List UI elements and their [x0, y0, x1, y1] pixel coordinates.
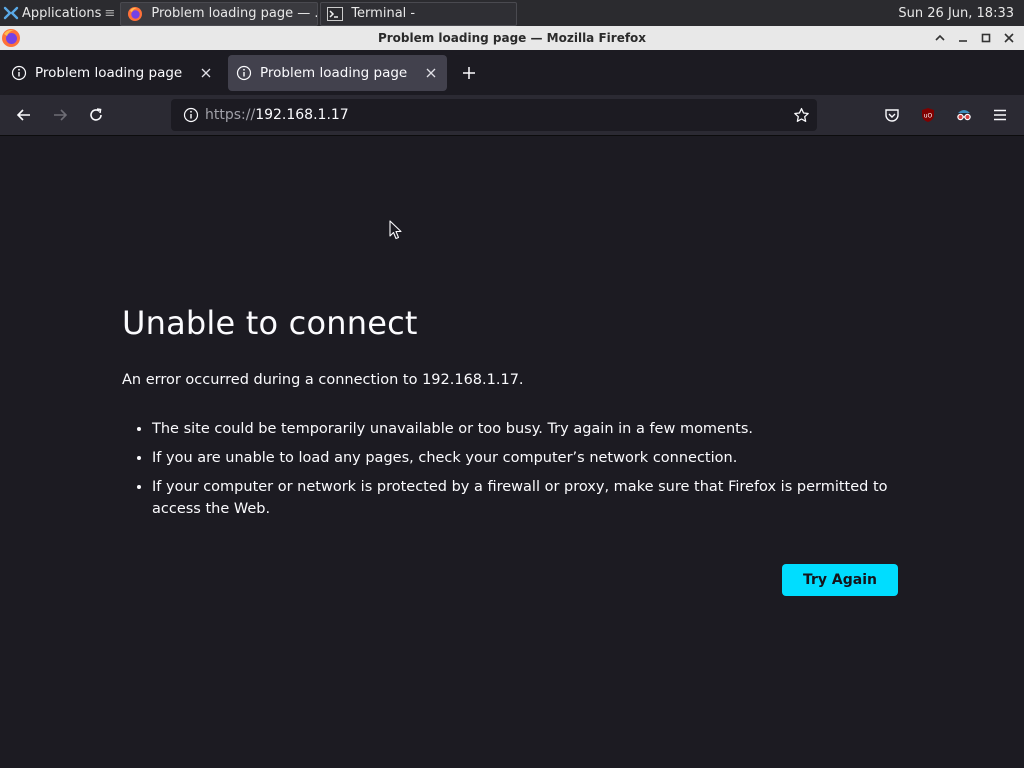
url-scheme: https://	[205, 107, 256, 123]
error-suggestions: The site could be temporarily unavailabl…	[122, 418, 898, 520]
tab-label: Problem loading page	[35, 64, 183, 81]
window-title: Problem loading page — Mozilla Firefox	[377, 31, 647, 45]
panel-clock[interactable]: Sun 26 Jun, 18:33	[898, 6, 1024, 21]
ublock-button[interactable]: uO	[912, 99, 944, 131]
url-bar[interactable]: https://192.168.1.17	[171, 99, 817, 131]
navigation-toolbar: https://192.168.1.17 uO	[0, 95, 1024, 136]
error-container: Unable to connect An error occurred duri…	[122, 304, 898, 527]
reload-icon	[90, 108, 102, 121]
forward-button[interactable]	[44, 99, 76, 131]
toolbar-extensions: uO	[872, 99, 1016, 131]
applications-separator-icon: ≡	[104, 5, 116, 21]
taskbar-item-terminal[interactable]: Terminal -	[320, 1, 518, 26]
suggestion-item: The site could be temporarily unavailabl…	[152, 418, 898, 440]
taskbar-item-firefox[interactable]: Problem loading page — ...	[120, 1, 319, 26]
try-again-button[interactable]: Try Again	[782, 564, 898, 596]
error-description: An error occurred during a connection to…	[122, 372, 524, 388]
applications-label: Applications	[22, 5, 102, 21]
mouse-cursor-icon	[389, 220, 402, 240]
window-titlebar[interactable]: Problem loading page — Mozilla Firefox	[0, 26, 1024, 50]
svg-text:uO: uO	[924, 113, 933, 120]
applications-menu[interactable]: Applications ≡	[0, 0, 119, 26]
back-button[interactable]	[8, 99, 40, 131]
tab-problem-loading-2[interactable]: Problem loading page	[228, 54, 447, 91]
firefox-window-icon[interactable]	[1, 28, 21, 48]
minimize-icon[interactable]	[951, 26, 974, 50]
tab-close-icon[interactable]	[423, 65, 439, 81]
suggestion-item: If you are unable to load any pages, che…	[152, 447, 898, 469]
spy-mask-icon	[957, 110, 971, 121]
taskbar-item-label: Problem loading page — ...	[151, 6, 319, 21]
maximize-icon[interactable]	[974, 26, 997, 50]
xfce-logo-icon	[3, 6, 19, 20]
tab-label: Problem loading page	[260, 64, 408, 81]
error-title: Unable to connect	[122, 304, 418, 342]
suggestion-item: If your computer or network is protected…	[152, 476, 898, 520]
page-content: Unable to connect An error occurred duri…	[0, 136, 1024, 768]
terminal-icon	[327, 6, 344, 21]
new-tab-button[interactable]	[453, 57, 485, 89]
plus-icon	[463, 66, 475, 79]
url-host: 192.168.1.17	[255, 107, 349, 123]
hamburger-menu-icon	[994, 109, 1006, 121]
reload-button[interactable]	[80, 99, 112, 131]
info-icon	[236, 65, 252, 80]
ublock-shield-icon: uO	[922, 108, 934, 122]
pocket-icon	[885, 109, 899, 122]
tab-close-icon[interactable]	[198, 65, 214, 81]
tab-problem-loading-1[interactable]: Problem loading page	[3, 55, 222, 91]
desktop-panel: Applications ≡ Problem loading page — ..…	[0, 0, 1024, 26]
close-window-icon[interactable]	[997, 26, 1020, 50]
taskbar-item-label: Terminal -	[351, 6, 416, 21]
privacy-badger-button[interactable]	[948, 99, 980, 131]
app-menu-button[interactable]	[984, 99, 1016, 131]
window-controls	[928, 26, 1020, 50]
site-info-icon[interactable]	[177, 107, 205, 123]
bookmark-star-icon[interactable]	[791, 105, 811, 125]
maximize-up-icon[interactable]	[928, 26, 951, 50]
arrow-right-icon	[54, 109, 68, 121]
info-icon	[11, 65, 27, 80]
arrow-left-icon	[16, 109, 30, 121]
tab-strip: Problem loading page Problem loading pag…	[0, 50, 1024, 95]
firefox-icon	[128, 6, 143, 21]
pocket-button[interactable]	[876, 99, 908, 131]
